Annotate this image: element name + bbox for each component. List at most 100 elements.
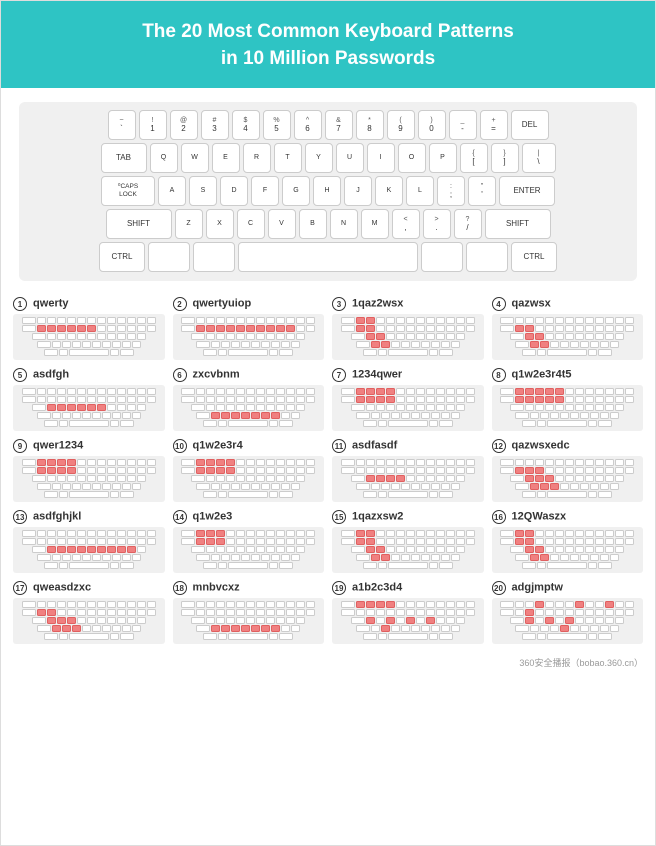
key-h: H [313,176,341,206]
pattern-4-label: 4 qazwsx [492,297,644,311]
watermark: 360安全播报（bobao.360.cn） [1,654,655,673]
key-u: U [336,143,364,173]
pattern-10-keyboard [173,456,325,502]
key-p: P [429,143,457,173]
pattern-8: 8 q1w2e3r4t5 [492,368,644,431]
key-1: !1 [139,110,167,140]
pattern-3-label: 3 1qaz2wsx [332,297,484,311]
header-subtitle: in 10 Million Passwords [221,48,435,69]
key-fn4 [466,242,508,272]
pattern-1-label: 1 qwerty [13,297,165,311]
key-tilde: ~` [108,110,136,140]
key-9: (9 [387,110,415,140]
key-row-2: TAB Q W E R T Y U I O P {[ }] |\ [27,143,629,173]
key-period: >. [423,209,451,239]
key-space [238,242,418,272]
pattern-14-keyboard [173,527,325,573]
header-title: The 20 Most Common Keyboard Patterns [142,21,514,42]
key-fn3 [421,242,463,272]
pattern-1: 1 qwerty [13,297,165,360]
key-x: X [206,209,234,239]
pattern-18-label: 18 mnbvcxz [173,581,325,595]
key-7: &7 [325,110,353,140]
key-e: E [212,143,240,173]
key-k: K [375,176,403,206]
pattern-16-keyboard [492,527,644,573]
key-equals: += [480,110,508,140]
pattern-11: 11 asdfasdf [332,439,484,502]
key-row-1: ~` !1 @2 #3 $4 %5 ^6 &7 *8 (9 )0 _- += D… [27,110,629,140]
pattern-17-keyboard [13,598,165,644]
pattern-7-keyboard [332,385,484,431]
key-a: A [158,176,186,206]
key-0: )0 [418,110,446,140]
pattern-20-keyboard [492,598,644,644]
key-comma: <, [392,209,420,239]
key-o: O [398,143,426,173]
key-q: Q [150,143,178,173]
key-8: *8 [356,110,384,140]
pattern-4: 4 qazwsx [492,297,644,360]
pattern-20: 20 adgjmptw [492,581,644,644]
pattern-17-label: 17 qweasdzxc [13,581,165,595]
pattern-13: 13 asdfghjkl [13,510,165,573]
key-row-3: ⁰CAPSLOCK A S D F G H J K L :; "' ENTER [27,176,629,206]
pattern-8-label: 8 q1w2e3r4t5 [492,368,644,382]
key-capslock: ⁰CAPSLOCK [101,176,155,206]
pattern-18: 18 mnbvcxz [173,581,325,644]
pattern-6: 6 zxcvbnm [173,368,325,431]
key-6: ^6 [294,110,322,140]
pattern-3-keyboard [332,314,484,360]
pattern-1-keyboard [13,314,165,360]
pattern-14: 14 q1w2e3 [173,510,325,573]
key-quote: "' [468,176,496,206]
key-bracket-close: }] [491,143,519,173]
key-ctrl-left: CTRL [99,242,145,272]
pattern-15-keyboard [332,527,484,573]
key-row-5: CTRL CTRL [27,242,629,272]
main-keyboard: ~` !1 @2 #3 $4 %5 ^6 &7 *8 (9 )0 _- += D… [19,102,637,281]
pattern-6-keyboard [173,385,325,431]
key-t: T [274,143,302,173]
key-f: F [251,176,279,206]
pattern-15: 15 1qazxsw2 [332,510,484,573]
key-d: D [220,176,248,206]
pattern-11-keyboard [332,456,484,502]
pattern-9: 9 qwer1234 [13,439,165,502]
key-c: C [237,209,265,239]
key-2: @2 [170,110,198,140]
pattern-10-label: 10 q1w2e3r4 [173,439,325,453]
key-fn1 [148,242,190,272]
page: The 20 Most Common Keyboard Patterns in … [0,0,656,846]
key-r: R [243,143,271,173]
key-b: B [299,209,327,239]
pattern-15-label: 15 1qazxsw2 [332,510,484,524]
pattern-12-label: 12 qazwsxedc [492,439,644,453]
pattern-4-keyboard [492,314,644,360]
pattern-grid-section: 1 qwerty [1,289,655,654]
pattern-16: 16 12QWaszx [492,510,644,573]
pattern-12: 12 qazwsxedc [492,439,644,502]
key-row-4: SHIFT Z X C V B N M <, >. ?/ SHIFT [27,209,629,239]
pattern-20-label: 20 adgjmptw [492,581,644,595]
key-w: W [181,143,209,173]
pattern-9-label: 9 qwer1234 [13,439,165,453]
key-fn2 [193,242,235,272]
key-del: DEL [511,110,549,140]
pattern-14-label: 14 q1w2e3 [173,510,325,524]
pattern-3: 3 1qaz2wsx [332,297,484,360]
pattern-18-keyboard [173,598,325,644]
key-enter: ENTER [499,176,555,206]
pattern-5-keyboard [13,385,165,431]
pattern-2-label: 2 qwertyuiop [173,297,325,311]
key-minus: _- [449,110,477,140]
pattern-10: 10 q1w2e3r4 [173,439,325,502]
pattern-11-label: 11 asdfasdf [332,439,484,453]
key-ctrl-right: CTRL [511,242,557,272]
pattern-13-keyboard [13,527,165,573]
key-bracket-open: {[ [460,143,488,173]
pattern-16-label: 16 12QWaszx [492,510,644,524]
pattern-7-label: 7 1234qwer [332,368,484,382]
pattern-grid: 1 qwerty [13,297,643,644]
key-4: $4 [232,110,260,140]
